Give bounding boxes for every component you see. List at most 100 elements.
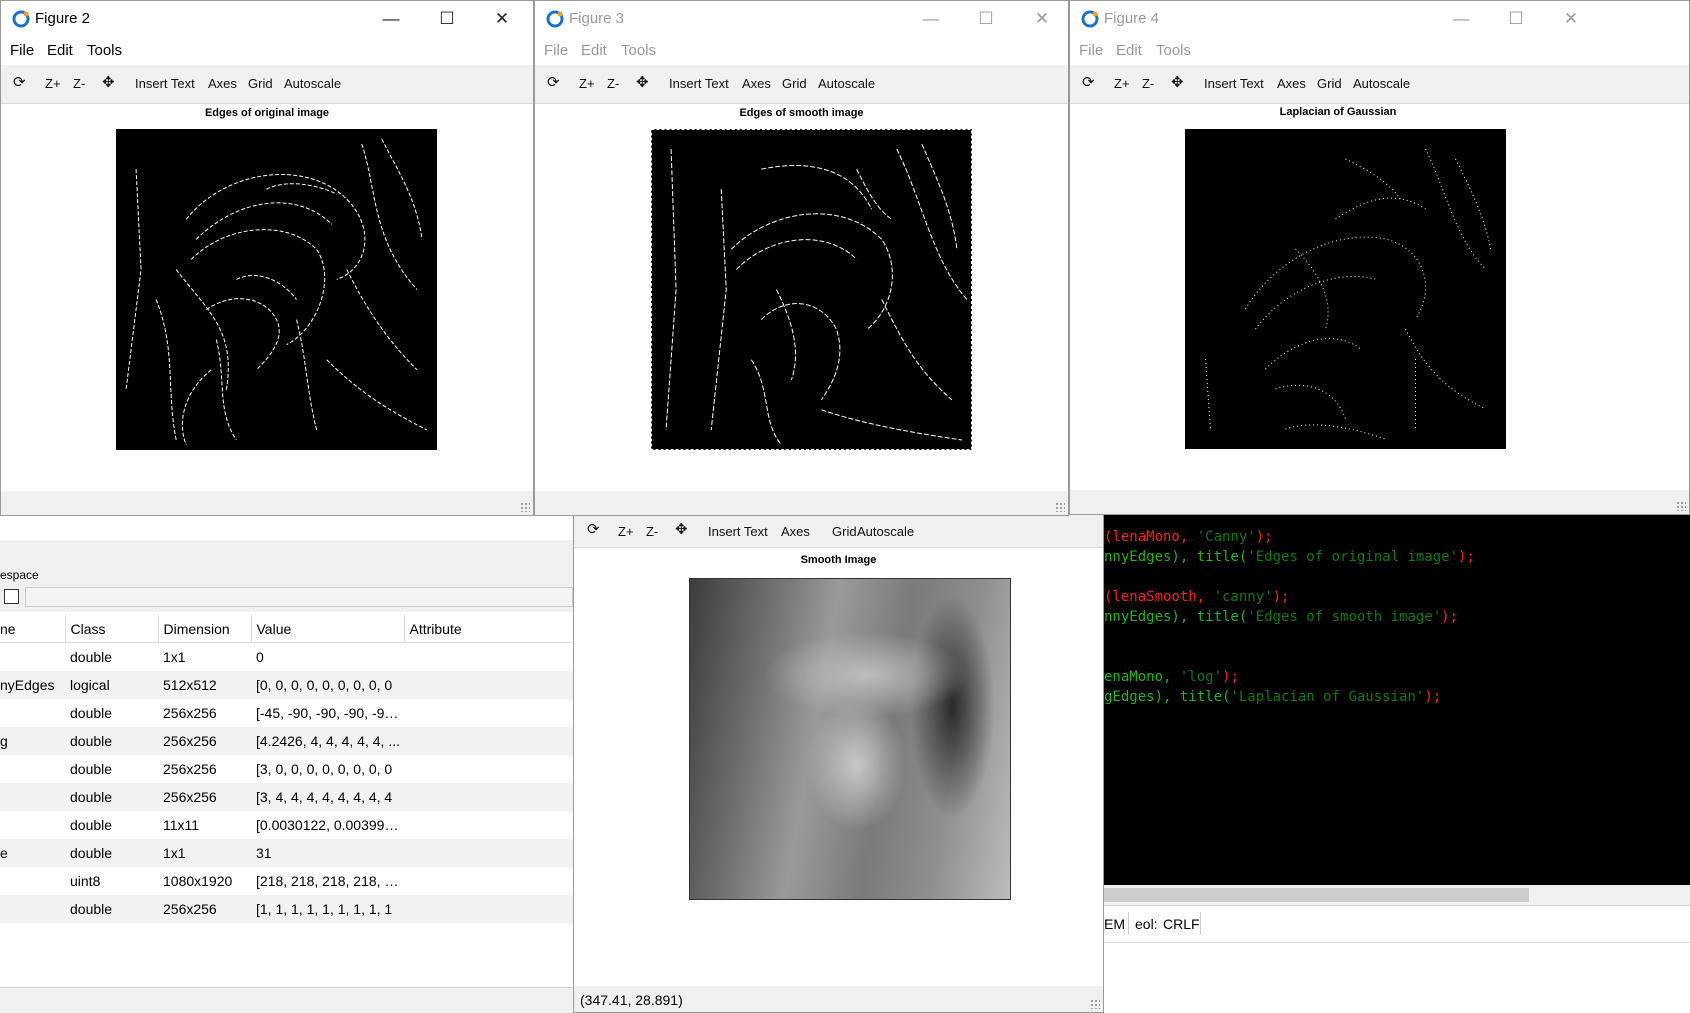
pan-icon[interactable]: ✥ bbox=[102, 73, 115, 91]
maximize-icon[interactable]: ☐ bbox=[435, 7, 459, 31]
grid-button[interactable]: Grid bbox=[782, 76, 807, 91]
menu-bar: File Edit Tools bbox=[1070, 37, 1689, 65]
cell-attribute bbox=[404, 727, 573, 755]
cell-dimension: 512x512 bbox=[158, 671, 251, 699]
zoom-in-button[interactable]: Z+ bbox=[1114, 76, 1130, 91]
pan-icon[interactable]: ✥ bbox=[636, 73, 649, 91]
code-line: gEdges), title('Laplacian of Gaussian'); bbox=[1104, 689, 1441, 705]
title-bar[interactable]: Figure 2 — ☐ ✕ bbox=[1, 1, 533, 37]
menu-edit[interactable]: Edit bbox=[581, 42, 607, 59]
code-text: ); bbox=[1222, 669, 1239, 685]
zoom-in-button[interactable]: Z+ bbox=[579, 76, 595, 91]
menu-tools[interactable]: Tools bbox=[1156, 42, 1191, 59]
column-header-attribute[interactable]: Attribute bbox=[404, 615, 573, 643]
axes-button[interactable]: Axes bbox=[208, 76, 237, 91]
rotate-icon[interactable]: ⟳ bbox=[587, 520, 600, 538]
rotate-icon[interactable]: ⟳ bbox=[547, 73, 560, 91]
plot-title: Smooth Image bbox=[800, 554, 877, 566]
code-line: (lenaMono, 'Canny'); bbox=[1104, 529, 1273, 545]
column-header-name[interactable]: ne bbox=[0, 615, 66, 643]
grid-button[interactable]: Grid bbox=[1317, 76, 1342, 91]
title-bar[interactable]: Figure 4 — ☐ ✕ bbox=[1070, 1, 1689, 37]
table-row[interactable]: e double 1x1 31 bbox=[0, 839, 573, 867]
resize-grip[interactable] bbox=[1055, 502, 1065, 512]
column-header-dimension[interactable]: Dimension bbox=[158, 615, 252, 643]
autoscale-button[interactable]: Autoscale bbox=[857, 524, 914, 539]
cell-value: [-45, -90, -90, -90, -90,... bbox=[256, 705, 404, 721]
table-row[interactable]: uint8 1080x1920 [218, 218, 218, 218, 21.… bbox=[0, 867, 573, 895]
editor-statusbar: EM eol: CRLF bbox=[1104, 905, 1690, 943]
menu-edit[interactable]: Edit bbox=[47, 42, 73, 59]
autoscale-button[interactable]: Autoscale bbox=[284, 76, 341, 91]
menu-file[interactable]: File bbox=[1079, 42, 1103, 59]
rotate-icon[interactable]: ⟳ bbox=[1082, 73, 1095, 91]
zoom-out-button[interactable]: Z- bbox=[1142, 76, 1154, 91]
zoom-out-button[interactable]: Z- bbox=[73, 76, 85, 91]
maximize-icon[interactable]: ☐ bbox=[1504, 7, 1528, 31]
axes-button[interactable]: Axes bbox=[781, 524, 810, 539]
insert-text-button[interactable]: Insert Text bbox=[1204, 76, 1264, 91]
scrollbar-thumb[interactable] bbox=[1104, 888, 1529, 902]
cell-name bbox=[0, 699, 65, 727]
minimize-icon[interactable]: — bbox=[379, 7, 403, 31]
title-bar[interactable]: Figure 3 — ☐ ✕ bbox=[535, 1, 1068, 37]
cell-attribute bbox=[404, 671, 573, 699]
column-header-class[interactable]: Class bbox=[65, 615, 159, 643]
resize-grip[interactable] bbox=[520, 502, 530, 512]
table-row[interactable]: double 1x1 0 bbox=[0, 643, 573, 672]
close-icon[interactable]: ✕ bbox=[1559, 7, 1583, 31]
table-row[interactable]: double 256x256 [1, 1, 1, 1, 1, 1, 1, 1, … bbox=[0, 895, 573, 923]
zoom-out-button[interactable]: Z- bbox=[646, 524, 658, 539]
resize-grip[interactable] bbox=[1090, 999, 1100, 1009]
workspace-header bbox=[0, 540, 573, 582]
pan-icon[interactable]: ✥ bbox=[675, 520, 688, 538]
zoom-out-button[interactable]: Z- bbox=[607, 76, 619, 91]
insert-text-button[interactable]: Insert Text bbox=[708, 524, 768, 539]
menu-file[interactable]: File bbox=[10, 42, 34, 59]
table-row[interactable]: double 256x256 [3, 0, 0, 0, 0, 0, 0, 0, … bbox=[0, 755, 573, 783]
menu-tools[interactable]: Tools bbox=[87, 42, 122, 59]
table-row[interactable]: nyEdges logical 512x512 [0, 0, 0, 0, 0, … bbox=[0, 671, 573, 699]
axes-button[interactable]: Axes bbox=[1277, 76, 1306, 91]
table-row[interactable]: g double 256x256 [4.2426, 4, 4, 4, 4, 4,… bbox=[0, 727, 573, 755]
figure-2-window: Figure 2 — ☐ ✕ File Edit Tools ⟳ Z+ Z- ✥… bbox=[0, 0, 534, 516]
menu-edit[interactable]: Edit bbox=[1116, 42, 1142, 59]
autoscale-button[interactable]: Autoscale bbox=[818, 76, 875, 91]
insert-text-button[interactable]: Insert Text bbox=[135, 76, 195, 91]
cell-dimension: 11x11 bbox=[163, 817, 200, 833]
eol-label: eol: bbox=[1135, 916, 1158, 932]
filter-input[interactable] bbox=[25, 587, 573, 607]
minimize-icon[interactable]: — bbox=[919, 7, 943, 31]
filter-checkbox[interactable] bbox=[4, 589, 19, 604]
table-row[interactable]: double 256x256 [3, 4, 4, 4, 4, 4, 4, 4, … bbox=[0, 783, 573, 811]
zoom-in-button[interactable]: Z+ bbox=[618, 524, 634, 539]
cell-class: double bbox=[70, 705, 113, 721]
maximize-icon[interactable]: ☐ bbox=[974, 7, 998, 31]
figure-3-window: Figure 3 — ☐ ✕ File Edit Tools ⟳ Z+ Z- ✥… bbox=[534, 0, 1069, 516]
insert-text-button[interactable]: Insert Text bbox=[669, 76, 729, 91]
grid-button[interactable]: Grid bbox=[832, 524, 857, 539]
menu-tools[interactable]: Tools bbox=[621, 42, 656, 59]
cursor-coordinates: (347.41, 28.891) bbox=[580, 992, 683, 1008]
figure-4-toolbar: ⟳ Z+ Z- ✥ Insert Text Axes Grid Autoscal… bbox=[1070, 65, 1689, 104]
command-window[interactable]: (lenaMono, 'Canny'); nnyEdges), title('E… bbox=[1104, 515, 1690, 885]
minimize-icon[interactable]: — bbox=[1449, 7, 1473, 31]
cell-dimension: 1080x1920 bbox=[163, 873, 233, 889]
autoscale-button[interactable]: Autoscale bbox=[1353, 76, 1410, 91]
zoom-in-button[interactable]: Z+ bbox=[45, 76, 61, 91]
close-icon[interactable]: ✕ bbox=[490, 7, 514, 31]
window-title: Figure 3 bbox=[569, 10, 625, 27]
menu-file[interactable]: File bbox=[544, 42, 568, 59]
column-header-value[interactable]: Value bbox=[251, 615, 405, 643]
horizontal-scrollbar[interactable] bbox=[1104, 885, 1690, 905]
resize-grip[interactable] bbox=[1676, 501, 1686, 511]
table-row[interactable]: double 11x11 [0.0030122, 0.0039906... bbox=[0, 811, 573, 839]
grid-button[interactable]: Grid bbox=[248, 76, 273, 91]
pan-icon[interactable]: ✥ bbox=[1171, 73, 1184, 91]
rotate-icon[interactable]: ⟳ bbox=[13, 73, 26, 91]
close-icon[interactable]: ✕ bbox=[1030, 7, 1054, 31]
code-line: nnyEdges), title('Edges of original imag… bbox=[1104, 549, 1475, 565]
axes-button[interactable]: Axes bbox=[742, 76, 771, 91]
code-text: nnyEdges), title( bbox=[1104, 549, 1248, 565]
table-row[interactable]: double 256x256 [-45, -90, -90, -90, -90,… bbox=[0, 699, 573, 727]
